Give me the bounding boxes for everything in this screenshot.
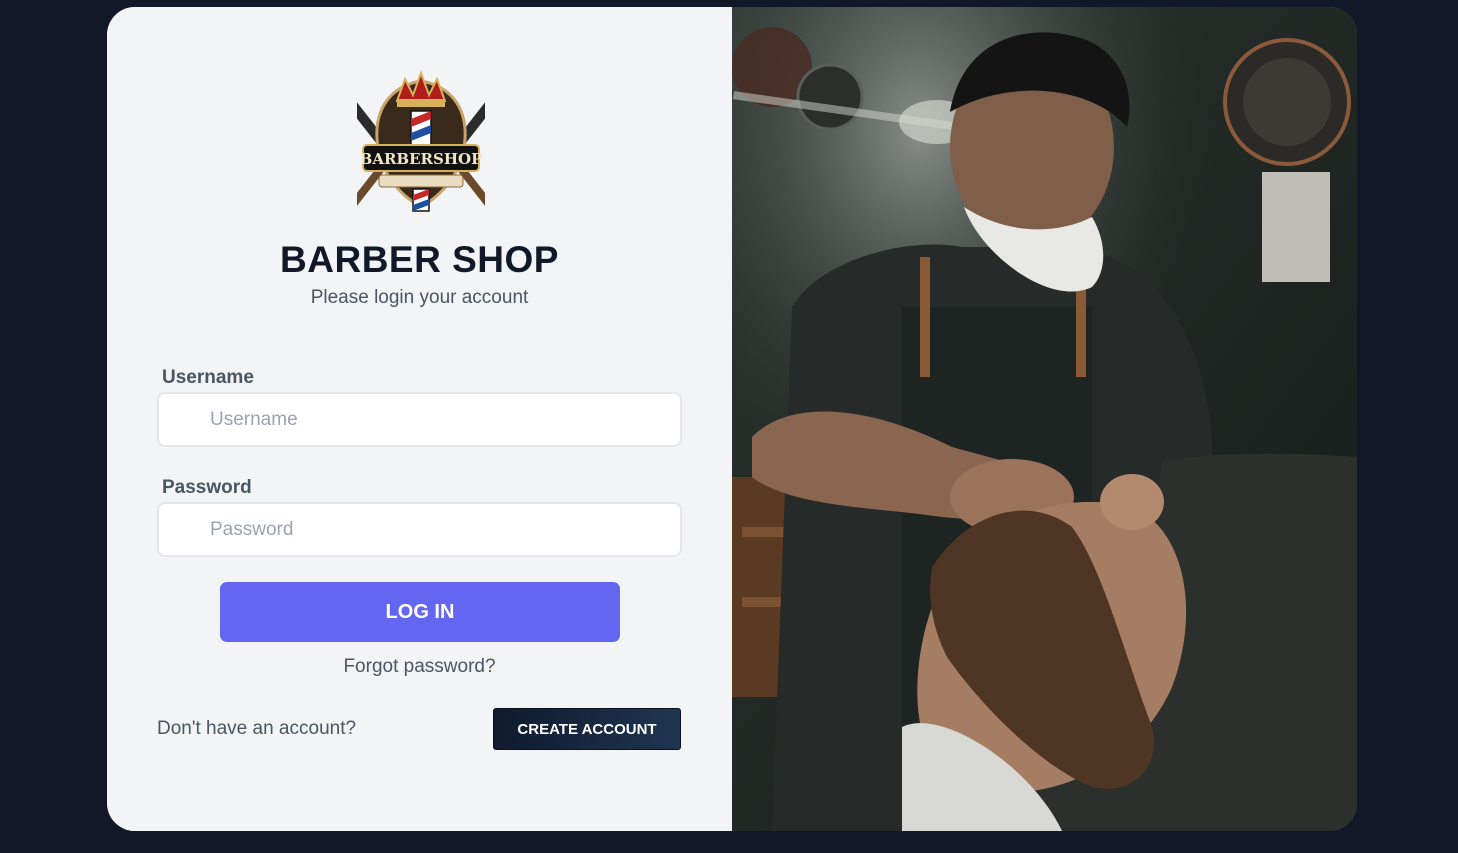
- hero-image: [732, 7, 1357, 831]
- barber-photo-illustration: [732, 7, 1357, 831]
- page-subtitle: Please login your account: [310, 287, 529, 308]
- login-panel: BARBERSHOP BARBER SHOP Please login your…: [107, 7, 732, 831]
- page-title: BARBER SHOP: [280, 239, 559, 280]
- svg-text:BARBERSHOP: BARBERSHOP: [360, 150, 483, 168]
- username-field-wrapper: [157, 392, 682, 447]
- barbershop-logo-icon: BARBERSHOP: [357, 70, 485, 212]
- password-input[interactable]: [159, 504, 680, 555]
- create-account-button[interactable]: CREATE ACCOUNT: [493, 708, 681, 750]
- signup-prompt: Don't have an account?: [157, 718, 357, 739]
- forgot-password-link[interactable]: Forgot password?: [107, 656, 732, 678]
- password-label: Password: [162, 477, 252, 498]
- username-label: Username: [162, 367, 254, 388]
- password-field-wrapper: [157, 502, 682, 557]
- login-card: BARBERSHOP BARBER SHOP Please login your…: [107, 7, 1357, 831]
- username-input[interactable]: [159, 394, 680, 445]
- login-button[interactable]: LOG IN: [220, 582, 620, 642]
